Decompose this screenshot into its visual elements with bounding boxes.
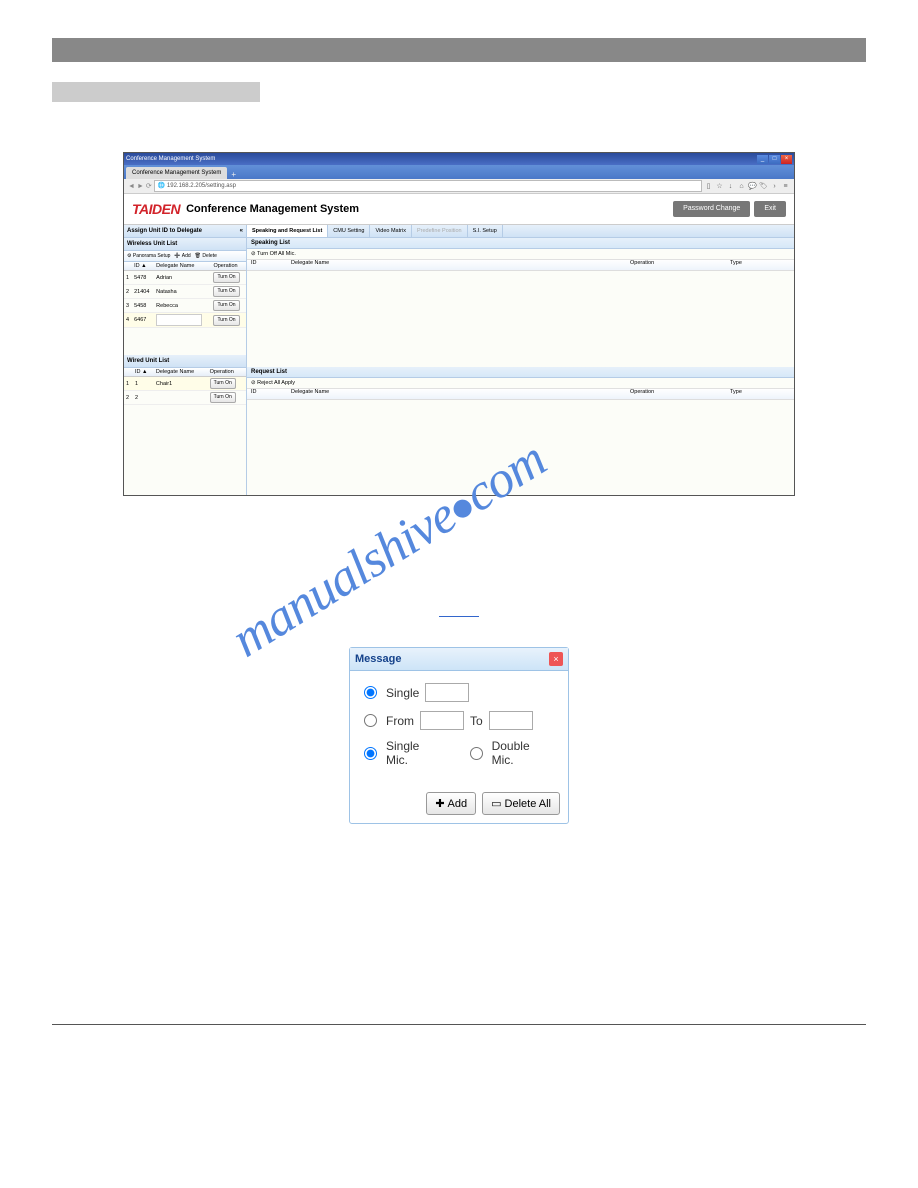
wired-header: Wired Unit List — [124, 355, 246, 368]
header-bar — [52, 38, 866, 62]
turn-on-button[interactable]: Turn On — [210, 378, 236, 389]
window-titlebar: Conference Management System _ □ × — [124, 153, 794, 165]
address-bar: ◄ ► ⟳ 🌐 192.168.2.205/setting.asp ▯ ☆ ↓ … — [124, 179, 794, 194]
single-radio[interactable] — [364, 686, 377, 699]
back-icon[interactable]: ◄ — [128, 183, 135, 190]
shield-icon[interactable]: ▯ — [704, 182, 713, 191]
wireless-header: Wireless Unit List — [124, 238, 246, 251]
wireless-toolbar: ⚙ Panorama Setup ➕ Add 🗑 Delete — [124, 251, 246, 262]
star-icon[interactable]: ☆ — [715, 182, 724, 191]
dialog-add-button[interactable]: ✚Add — [426, 792, 476, 815]
forward-icon[interactable]: ► — [137, 183, 144, 190]
home-icon[interactable]: ⌂ — [737, 182, 746, 191]
collapse-icon[interactable]: « — [240, 225, 243, 237]
new-tab-icon[interactable]: + — [231, 170, 236, 179]
browser-tabbar: Conference Management System + — [124, 165, 794, 179]
request-list-header: Request List — [247, 367, 794, 378]
dialog-close-icon[interactable]: × — [549, 652, 563, 666]
turn-on-button[interactable]: Turn On — [213, 272, 239, 283]
subheader-bar — [52, 82, 260, 102]
window-title: Conference Management System — [126, 156, 215, 162]
download-icon[interactable]: ↓ — [726, 182, 735, 191]
table-row[interactable]: 11Chair1Turn On — [124, 377, 246, 391]
dialog-delete-all-button[interactable]: ▭Delete All — [482, 792, 560, 815]
from-input[interactable] — [420, 711, 464, 730]
tab-speaking[interactable]: Speaking and Request List — [247, 225, 328, 237]
turn-on-button[interactable]: Turn On — [213, 315, 239, 326]
single-mic-radio[interactable] — [364, 747, 377, 760]
delegate-name-input[interactable] — [156, 314, 202, 326]
reload-icon[interactable]: ⟳ — [146, 182, 152, 190]
single-input[interactable] — [425, 683, 469, 702]
table-row[interactable]: 35458RebeccaTurn On — [124, 299, 246, 313]
single-mic-label: Single Mic. — [386, 739, 444, 767]
from-radio[interactable] — [364, 714, 377, 727]
wireless-table: ID ▲Delegate NameOperation 15478AdrianTu… — [124, 262, 246, 328]
to-input[interactable] — [489, 711, 533, 730]
app-header: TAIDEN Conference Management System Pass… — [124, 194, 794, 225]
turn-off-all-button[interactable]: ⊘ Turn Off All Mic. — [247, 249, 794, 260]
to-label: To — [470, 714, 483, 728]
exit-button[interactable]: Exit — [754, 201, 786, 217]
from-label: From — [386, 714, 414, 728]
chevron-icon[interactable]: › — [770, 182, 779, 191]
table-row[interactable]: 22Turn On — [124, 391, 246, 405]
table-row[interactable]: 221404NatashaTurn On — [124, 285, 246, 299]
menu-icon[interactable]: ≡ — [781, 182, 790, 191]
chat-icon[interactable]: 💬 — [748, 182, 757, 191]
turn-on-button[interactable]: Turn On — [210, 392, 236, 403]
table-row[interactable]: 46467Turn On — [124, 313, 246, 328]
dialog-header: Message × — [350, 648, 568, 671]
delete-button[interactable]: 🗑 Delete — [195, 253, 217, 259]
tab-video[interactable]: Video Matrix — [370, 225, 411, 237]
footer-line — [52, 1024, 866, 1025]
minimize-icon[interactable]: _ — [757, 155, 768, 164]
tag-icon[interactable]: 🏷 — [759, 182, 768, 191]
app-screenshot: Conference Management System _ □ × Confe… — [123, 152, 795, 496]
double-mic-radio[interactable] — [470, 747, 483, 760]
main-tabs: Speaking and Request List CMU Setting Vi… — [247, 225, 794, 238]
right-pane: Speaking and Request List CMU Setting Vi… — [247, 225, 794, 495]
minus-icon: ▭ — [491, 797, 501, 810]
speaking-list-header: Speaking List — [247, 238, 794, 249]
panorama-setup-button[interactable]: ⚙ Panorama Setup — [127, 253, 170, 259]
reject-all-button[interactable]: ⊘ Reject All Apply — [247, 378, 794, 389]
assign-panel-header: Assign Unit ID to Delegate« — [124, 225, 246, 238]
plus-icon: ✚ — [435, 797, 444, 810]
turn-on-button[interactable]: Turn On — [213, 286, 239, 297]
url-input[interactable]: 🌐 192.168.2.205/setting.asp — [154, 180, 702, 192]
tab-cmu[interactable]: CMU Setting — [328, 225, 370, 237]
single-label: Single — [386, 686, 419, 700]
left-pane: Assign Unit ID to Delegate« Wireless Uni… — [124, 225, 247, 495]
browser-tab[interactable]: Conference Management System — [126, 167, 227, 179]
tab-si[interactable]: S.I. Setup — [468, 225, 503, 237]
turn-on-button[interactable]: Turn On — [213, 300, 239, 311]
request-columns: IDDelegate NameOperationType — [247, 389, 794, 400]
dialog-title: Message — [355, 653, 401, 665]
table-row[interactable]: 15478AdrianTurn On — [124, 271, 246, 285]
wired-table: ID ▲Delegate NameOperation 11Chair1Turn … — [124, 368, 246, 405]
divider — [439, 616, 479, 617]
maximize-icon[interactable]: □ — [769, 155, 780, 164]
logo: TAIDEN — [132, 201, 180, 217]
tab-predefine[interactable]: Predefine Position — [412, 225, 468, 237]
password-change-button[interactable]: Password Change — [673, 201, 750, 217]
message-dialog: Message × Single From To Single Mic. — [349, 647, 569, 824]
close-icon[interactable]: × — [781, 155, 792, 164]
app-title: Conference Management System — [186, 203, 359, 215]
speaking-columns: IDDelegate NameOperationType — [247, 260, 794, 271]
double-mic-label: Double Mic. — [492, 739, 554, 767]
add-button[interactable]: ➕ Add — [174, 253, 190, 259]
